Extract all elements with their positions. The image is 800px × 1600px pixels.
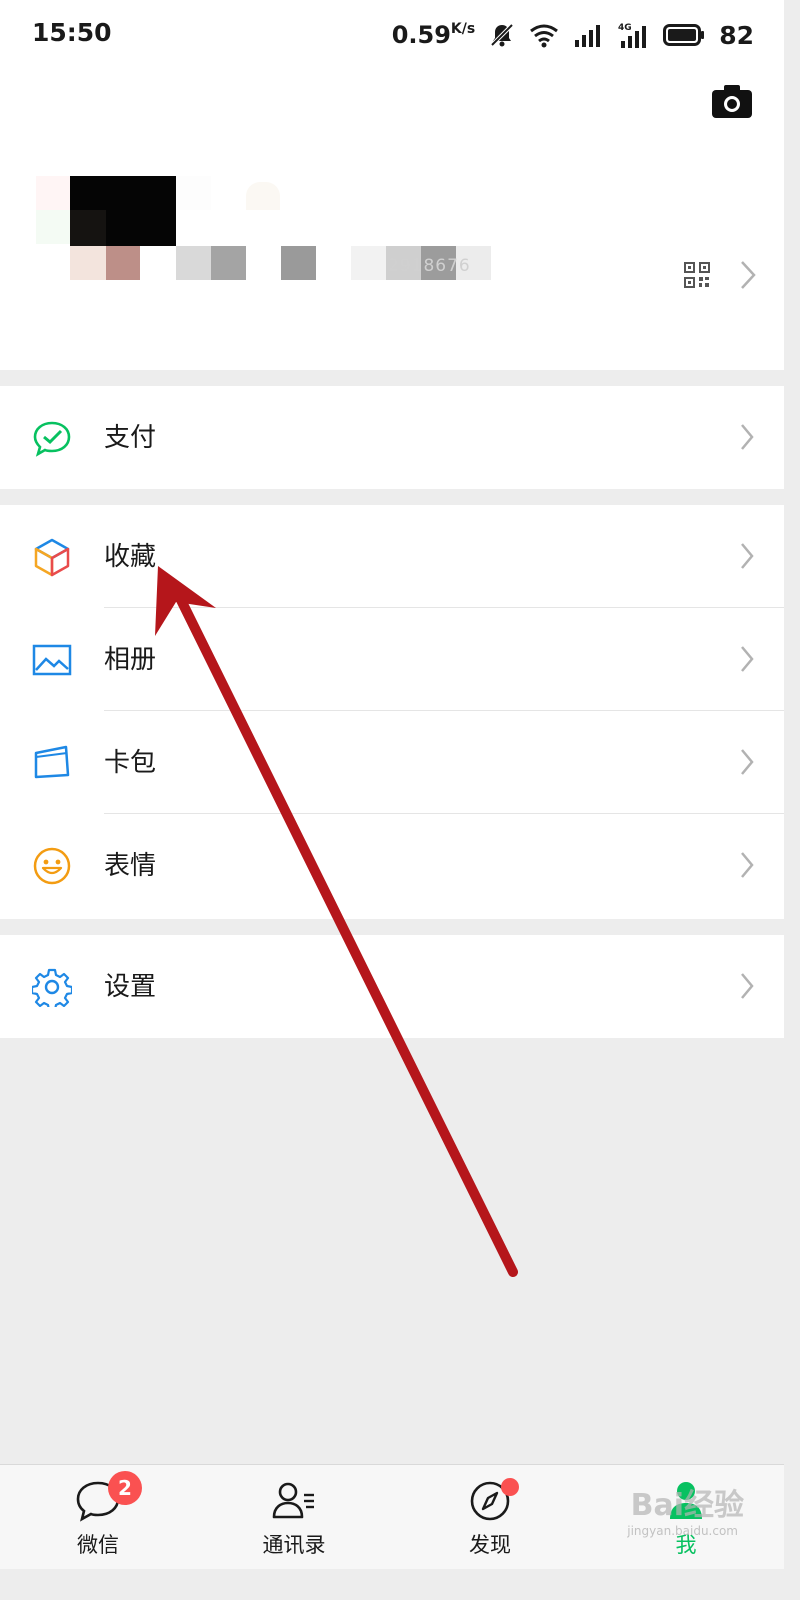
chevron-right-icon bbox=[741, 424, 754, 450]
status-bar: 15:50 0.59K/s 4G 82 bbox=[0, 0, 784, 70]
camera-icon[interactable] bbox=[712, 84, 752, 118]
cube-icon bbox=[34, 538, 70, 577]
network-speed: 0.59K/s bbox=[391, 21, 476, 49]
menu-item-favorites[interactable]: 收藏 bbox=[0, 505, 784, 608]
tab-label: 微信 bbox=[77, 1533, 119, 1557]
gear-icon bbox=[32, 968, 72, 1007]
discover-dot-badge bbox=[501, 1478, 519, 1496]
tab-discover[interactable]: 发现 bbox=[392, 1465, 588, 1569]
chevron-right-icon bbox=[741, 749, 754, 775]
profile-header[interactable]: 2918676 bbox=[0, 70, 784, 370]
mute-bell-icon bbox=[490, 23, 514, 47]
contacts-icon bbox=[272, 1482, 314, 1519]
menu-item-settings[interactable]: 设置 bbox=[0, 935, 784, 1038]
smiley-icon bbox=[33, 847, 71, 885]
battery-icon bbox=[663, 24, 705, 46]
chevron-right-icon bbox=[741, 973, 754, 999]
menu-item-label: 收藏 bbox=[104, 542, 157, 572]
menu-item-album[interactable]: 相册 bbox=[0, 608, 784, 711]
menu-group-pay: 支付 bbox=[0, 386, 784, 489]
signal-icon bbox=[575, 25, 601, 47]
status-time: 15:50 bbox=[32, 18, 112, 47]
photo-icon bbox=[32, 644, 72, 676]
watermark: Bai经验 bbox=[630, 1488, 744, 1523]
chevron-right-icon bbox=[741, 852, 754, 878]
menu-item-cards[interactable]: 卡包 bbox=[0, 711, 784, 814]
status-indicators: 0.59K/s 4G 82 bbox=[392, 18, 754, 52]
chevron-right-icon bbox=[741, 646, 754, 672]
unread-badge: 2 bbox=[108, 1471, 142, 1505]
tab-contacts[interactable]: 通讯录 bbox=[196, 1465, 392, 1569]
menu-group-settings: 设置 bbox=[0, 935, 784, 1038]
menu-item-label: 卡包 bbox=[104, 748, 157, 778]
wallet-check-icon bbox=[33, 421, 71, 457]
svg-text:4G: 4G bbox=[618, 23, 632, 33]
menu-item-pay[interactable]: 支付 bbox=[0, 386, 784, 489]
chevron-right-icon bbox=[741, 543, 754, 569]
tab-chats[interactable]: 2 微信 bbox=[0, 1465, 196, 1569]
menu-item-label: 相册 bbox=[104, 645, 157, 675]
qr-code-icon[interactable] bbox=[684, 262, 710, 288]
wechat-id-text: 2918676 bbox=[388, 256, 471, 276]
menu-item-stickers[interactable]: 表情 bbox=[0, 814, 784, 917]
tab-label: 发现 bbox=[469, 1533, 511, 1557]
card-wallet-icon bbox=[34, 745, 70, 779]
wifi-icon bbox=[530, 24, 559, 48]
signal-4g-icon: 4G bbox=[618, 23, 647, 48]
menu-item-label: 支付 bbox=[104, 423, 157, 453]
menu-group-main: 收藏 相册 卡包 表情 bbox=[0, 505, 784, 919]
chevron-right-icon bbox=[741, 261, 756, 289]
menu-item-label: 设置 bbox=[104, 972, 157, 1002]
tab-label: 通讯录 bbox=[262, 1533, 326, 1557]
battery-level: 82 bbox=[719, 20, 754, 50]
menu-item-label: 表情 bbox=[104, 851, 157, 881]
watermark-sub: jingyan.baidu.com bbox=[627, 1524, 738, 1538]
